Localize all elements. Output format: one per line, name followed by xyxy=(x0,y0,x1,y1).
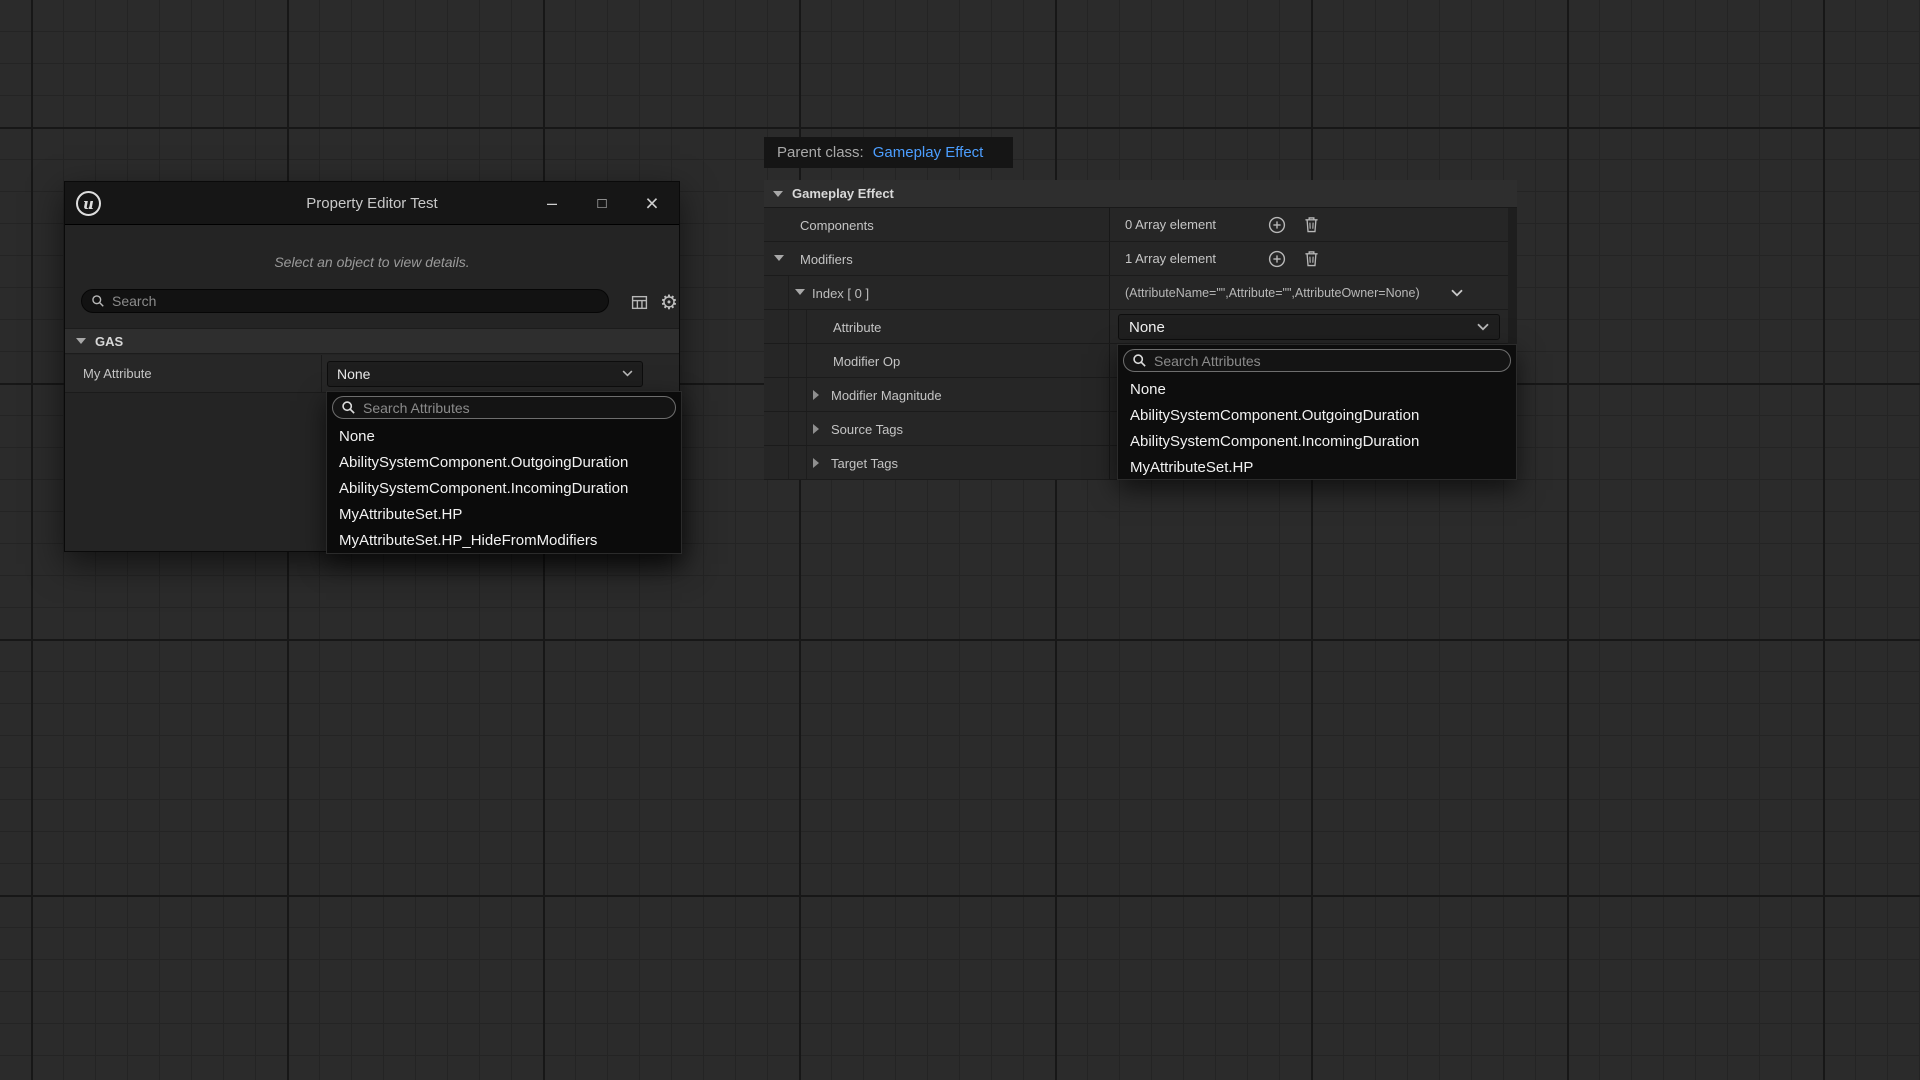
window-titlebar[interactable]: u Property Editor Test – □ × xyxy=(65,182,679,225)
details-panel: Gameplay Effect Components 0 Array eleme… xyxy=(764,180,1517,480)
dropdown-item[interactable]: AbilitySystemComponent.OutgoingDuration xyxy=(1118,403,1516,429)
trash-icon xyxy=(1304,216,1319,233)
category-label: Gameplay Effect xyxy=(792,186,894,201)
chevron-down-icon[interactable] xyxy=(1451,289,1463,297)
indent-guide xyxy=(788,344,789,377)
chevron-down-icon xyxy=(622,370,633,377)
expander-right-icon[interactable] xyxy=(813,458,819,468)
attribute-label: Attribute xyxy=(833,320,881,335)
struct-preview: (AttributeName="",Attribute="",Attribute… xyxy=(1125,286,1420,300)
expander-down-icon[interactable] xyxy=(774,255,784,261)
search-input[interactable] xyxy=(112,293,599,309)
plus-circle-icon xyxy=(1268,250,1286,268)
row-modifiers: Modifiers 1 Array element xyxy=(764,242,1517,276)
indent-guide xyxy=(806,378,807,411)
add-element-button[interactable] xyxy=(1268,216,1286,237)
table-icon xyxy=(631,294,648,311)
source-tags-label: Source Tags xyxy=(831,422,903,437)
row-components: Components 0 Array element xyxy=(764,208,1517,242)
indent-guide xyxy=(788,378,789,411)
maximize-button[interactable]: □ xyxy=(577,182,627,224)
trash-icon xyxy=(1304,250,1319,267)
indent-guide xyxy=(806,412,807,445)
attribute-dropdown-menu: None AbilitySystemComponent.OutgoingDura… xyxy=(326,391,682,554)
modifiers-label: Modifiers xyxy=(800,252,853,267)
dropdown-search-input[interactable] xyxy=(363,400,667,416)
property-label: My Attribute xyxy=(65,355,322,392)
components-label: Components xyxy=(800,218,874,233)
category-header-gas[interactable]: GAS xyxy=(65,328,679,354)
my-attribute-combobox[interactable]: None xyxy=(327,361,643,387)
settings-button[interactable]: ⚙ xyxy=(657,290,681,314)
chevron-down-icon xyxy=(1477,323,1489,331)
indent-guide xyxy=(788,412,789,445)
clear-array-button[interactable] xyxy=(1304,216,1319,236)
attribute-dropdown-menu: None AbilitySystemComponent.OutgoingDura… xyxy=(1117,344,1517,480)
dropdown-search-input[interactable] xyxy=(1154,353,1502,369)
property-row-my-attribute: My Attribute None xyxy=(65,355,679,393)
search-icon xyxy=(91,294,105,308)
combobox-value: None xyxy=(337,366,370,382)
dropdown-item[interactable]: AbilitySystemComponent.OutgoingDuration xyxy=(327,450,681,476)
plus-circle-icon xyxy=(1268,216,1286,234)
category-label: GAS xyxy=(95,334,123,349)
indent-guide xyxy=(806,446,807,479)
column-view-button[interactable] xyxy=(627,290,651,314)
indent-guide xyxy=(788,446,789,479)
modifiers-count: 1 Array element xyxy=(1125,251,1216,266)
index-label: Index [ 0 ] xyxy=(812,286,869,301)
property-editor-test-window: u Property Editor Test – □ × Select an o… xyxy=(64,181,680,552)
dropdown-search-box[interactable] xyxy=(1123,349,1511,372)
clear-array-button[interactable] xyxy=(1304,250,1319,270)
expander-right-icon[interactable] xyxy=(813,424,819,434)
indent-guide xyxy=(788,310,789,343)
dropdown-search-box[interactable] xyxy=(332,396,676,419)
row-index-0: Index [ 0 ] (AttributeName="",Attribute=… xyxy=(764,276,1517,310)
window-controls: – □ × xyxy=(527,182,677,224)
category-header-gameplay-effect[interactable]: Gameplay Effect xyxy=(764,180,1517,208)
search-box[interactable] xyxy=(81,289,609,313)
parent-class-link[interactable]: Gameplay Effect xyxy=(873,144,984,161)
indent-guide xyxy=(806,310,807,343)
add-element-button[interactable] xyxy=(1268,250,1286,271)
indent-guide xyxy=(806,344,807,377)
dropdown-item[interactable]: MyAttributeSet.HP xyxy=(327,502,681,528)
property-value-cell: None xyxy=(322,355,679,392)
combobox-value: None xyxy=(1129,319,1165,336)
dropdown-item[interactable]: MyAttributeSet.HP_HideFromModifiers xyxy=(327,528,681,554)
search-icon xyxy=(1132,353,1147,368)
expander-right-icon[interactable] xyxy=(813,390,819,400)
search-icon xyxy=(341,400,356,415)
row-attribute: Attribute None xyxy=(764,310,1517,344)
minimize-button[interactable]: – xyxy=(527,182,577,224)
dropdown-item[interactable]: MyAttributeSet.HP xyxy=(1118,455,1516,481)
parent-class-label: Parent class: xyxy=(777,144,864,161)
empty-selection-hint: Select an object to view details. xyxy=(65,254,679,270)
blueprint-grid-background: u Property Editor Test – □ × Select an o… xyxy=(0,0,1920,1080)
chevron-down-icon[interactable] xyxy=(773,191,783,197)
modifier-magnitude-label: Modifier Magnitude xyxy=(831,388,942,403)
target-tags-label: Target Tags xyxy=(831,456,898,471)
dropdown-item[interactable]: AbilitySystemComponent.IncomingDuration xyxy=(1118,429,1516,455)
dropdown-item[interactable]: None xyxy=(327,424,681,450)
attribute-combobox[interactable]: None xyxy=(1118,314,1500,340)
indent-guide xyxy=(788,276,789,309)
gear-icon: ⚙ xyxy=(660,290,678,315)
search-row: ⚙ xyxy=(81,289,665,313)
dropdown-item[interactable]: AbilitySystemComponent.IncomingDuration xyxy=(327,476,681,502)
dropdown-item[interactable]: None xyxy=(1118,377,1516,403)
modifier-op-label: Modifier Op xyxy=(833,354,900,369)
close-button[interactable]: × xyxy=(627,182,677,224)
expander-down-icon[interactable] xyxy=(795,289,805,295)
parent-class-bar: Parent class: Gameplay Effect xyxy=(764,137,1013,168)
unreal-logo-icon: u xyxy=(76,191,101,216)
chevron-down-icon[interactable] xyxy=(76,338,86,344)
components-count: 0 Array element xyxy=(1125,217,1216,232)
